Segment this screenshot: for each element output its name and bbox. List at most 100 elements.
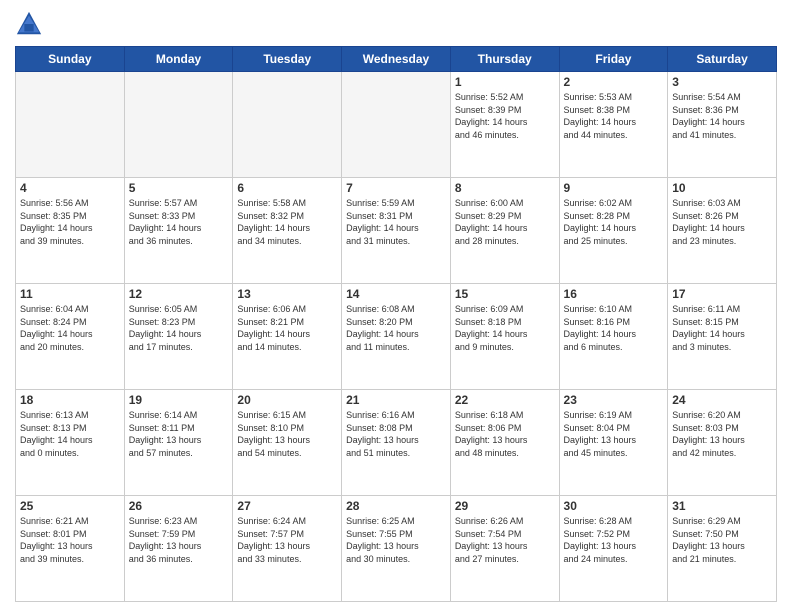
day-info: Sunrise: 6:26 AM Sunset: 7:54 PM Dayligh…	[455, 515, 555, 565]
weekday-header-saturday: Saturday	[668, 47, 777, 72]
day-info: Sunrise: 6:19 AM Sunset: 8:04 PM Dayligh…	[564, 409, 664, 459]
logo-icon	[15, 10, 43, 38]
day-info: Sunrise: 6:24 AM Sunset: 7:57 PM Dayligh…	[237, 515, 337, 565]
calendar-cell: 23 Sunrise: 6:19 AM Sunset: 8:04 PM Dayli…	[559, 390, 668, 496]
calendar-table: SundayMondayTuesdayWednesdayThursdayFrid…	[15, 46, 777, 602]
day-info: Sunrise: 6:25 AM Sunset: 7:55 PM Dayligh…	[346, 515, 446, 565]
day-number: 30	[564, 499, 664, 513]
calendar-cell: 20 Sunrise: 6:15 AM Sunset: 8:10 PM Dayli…	[233, 390, 342, 496]
calendar-cell: 10 Sunrise: 6:03 AM Sunset: 8:26 PM Dayli…	[668, 178, 777, 284]
page: SundayMondayTuesdayWednesdayThursdayFrid…	[0, 0, 792, 612]
calendar-cell: 5 Sunrise: 5:57 AM Sunset: 8:33 PM Daylig…	[124, 178, 233, 284]
day-info: Sunrise: 5:56 AM Sunset: 8:35 PM Dayligh…	[20, 197, 120, 247]
calendar-cell: 1 Sunrise: 5:52 AM Sunset: 8:39 PM Daylig…	[450, 72, 559, 178]
day-number: 31	[672, 499, 772, 513]
header	[15, 10, 777, 38]
day-number: 22	[455, 393, 555, 407]
weekday-header-friday: Friday	[559, 47, 668, 72]
day-number: 28	[346, 499, 446, 513]
weekday-header-row: SundayMondayTuesdayWednesdayThursdayFrid…	[16, 47, 777, 72]
weekday-header-thursday: Thursday	[450, 47, 559, 72]
day-info: Sunrise: 6:23 AM Sunset: 7:59 PM Dayligh…	[129, 515, 229, 565]
calendar-week-3: 11 Sunrise: 6:04 AM Sunset: 8:24 PM Dayli…	[16, 284, 777, 390]
day-number: 9	[564, 181, 664, 195]
calendar-cell: 12 Sunrise: 6:05 AM Sunset: 8:23 PM Dayli…	[124, 284, 233, 390]
day-info: Sunrise: 6:21 AM Sunset: 8:01 PM Dayligh…	[20, 515, 120, 565]
day-info: Sunrise: 6:18 AM Sunset: 8:06 PM Dayligh…	[455, 409, 555, 459]
calendar-cell: 17Sunrise: 6:11 AM Sunset: 8:15 PM Dayli…	[668, 284, 777, 390]
day-number: 24	[672, 393, 772, 407]
day-info: Sunrise: 6:04 AM Sunset: 8:24 PM Dayligh…	[20, 303, 120, 353]
day-number: 25	[20, 499, 120, 513]
day-number: 6	[237, 181, 337, 195]
day-info: Sunrise: 6:05 AM Sunset: 8:23 PM Dayligh…	[129, 303, 229, 353]
weekday-header-tuesday: Tuesday	[233, 47, 342, 72]
day-info: Sunrise: 6:09 AM Sunset: 8:18 PM Dayligh…	[455, 303, 555, 353]
calendar-cell: 30Sunrise: 6:28 AM Sunset: 7:52 PM Dayli…	[559, 496, 668, 602]
day-info: Sunrise: 5:59 AM Sunset: 8:31 PM Dayligh…	[346, 197, 446, 247]
day-info: Sunrise: 6:13 AM Sunset: 8:13 PM Dayligh…	[20, 409, 120, 459]
calendar-cell: 14 Sunrise: 6:08 AM Sunset: 8:20 PM Dayli…	[342, 284, 451, 390]
calendar-cell: 3Sunrise: 5:54 AM Sunset: 8:36 PM Daylig…	[668, 72, 777, 178]
day-number: 19	[129, 393, 229, 407]
day-number: 23	[564, 393, 664, 407]
calendar-cell: 28 Sunrise: 6:25 AM Sunset: 7:55 PM Dayli…	[342, 496, 451, 602]
day-number: 18	[20, 393, 120, 407]
day-info: Sunrise: 5:53 AM Sunset: 8:38 PM Dayligh…	[564, 91, 664, 141]
calendar-cell: 7 Sunrise: 5:59 AM Sunset: 8:31 PM Daylig…	[342, 178, 451, 284]
calendar-cell: 9 Sunrise: 6:02 AM Sunset: 8:28 PM Daylig…	[559, 178, 668, 284]
calendar-cell: 13Sunrise: 6:06 AM Sunset: 8:21 PM Dayli…	[233, 284, 342, 390]
day-info: Sunrise: 6:00 AM Sunset: 8:29 PM Dayligh…	[455, 197, 555, 247]
calendar-cell	[16, 72, 125, 178]
day-number: 7	[346, 181, 446, 195]
day-number: 5	[129, 181, 229, 195]
day-info: Sunrise: 5:57 AM Sunset: 8:33 PM Dayligh…	[129, 197, 229, 247]
day-info: Sunrise: 6:10 AM Sunset: 8:16 PM Dayligh…	[564, 303, 664, 353]
day-number: 15	[455, 287, 555, 301]
day-info: Sunrise: 6:02 AM Sunset: 8:28 PM Dayligh…	[564, 197, 664, 247]
calendar-cell: 2Sunrise: 5:53 AM Sunset: 8:38 PM Daylig…	[559, 72, 668, 178]
day-info: Sunrise: 6:08 AM Sunset: 8:20 PM Dayligh…	[346, 303, 446, 353]
calendar-cell	[342, 72, 451, 178]
calendar-cell	[233, 72, 342, 178]
day-info: Sunrise: 5:58 AM Sunset: 8:32 PM Dayligh…	[237, 197, 337, 247]
day-number: 1	[455, 75, 555, 89]
day-info: Sunrise: 5:52 AM Sunset: 8:39 PM Dayligh…	[455, 91, 555, 141]
calendar-cell: 6 Sunrise: 5:58 AM Sunset: 8:32 PM Daylig…	[233, 178, 342, 284]
calendar-week-2: 4 Sunrise: 5:56 AM Sunset: 8:35 PM Daylig…	[16, 178, 777, 284]
day-number: 14	[346, 287, 446, 301]
calendar-cell: 15 Sunrise: 6:09 AM Sunset: 8:18 PM Dayli…	[450, 284, 559, 390]
day-number: 3	[672, 75, 772, 89]
calendar-cell	[124, 72, 233, 178]
calendar-cell: 11 Sunrise: 6:04 AM Sunset: 8:24 PM Dayli…	[16, 284, 125, 390]
day-number: 12	[129, 287, 229, 301]
calendar-cell: 16 Sunrise: 6:10 AM Sunset: 8:16 PM Dayli…	[559, 284, 668, 390]
calendar-week-4: 18 Sunrise: 6:13 AM Sunset: 8:13 PM Dayli…	[16, 390, 777, 496]
day-number: 8	[455, 181, 555, 195]
calendar-cell: 29 Sunrise: 6:26 AM Sunset: 7:54 PM Dayli…	[450, 496, 559, 602]
calendar-cell: 27Sunrise: 6:24 AM Sunset: 7:57 PM Dayli…	[233, 496, 342, 602]
day-number: 10	[672, 181, 772, 195]
day-number: 26	[129, 499, 229, 513]
day-info: Sunrise: 6:15 AM Sunset: 8:10 PM Dayligh…	[237, 409, 337, 459]
weekday-header-wednesday: Wednesday	[342, 47, 451, 72]
day-number: 16	[564, 287, 664, 301]
day-info: Sunrise: 6:29 AM Sunset: 7:50 PM Dayligh…	[672, 515, 772, 565]
day-number: 29	[455, 499, 555, 513]
calendar-cell: 26 Sunrise: 6:23 AM Sunset: 7:59 PM Dayli…	[124, 496, 233, 602]
day-number: 20	[237, 393, 337, 407]
calendar-cell: 24 Sunrise: 6:20 AM Sunset: 8:03 PM Dayli…	[668, 390, 777, 496]
day-info: Sunrise: 6:20 AM Sunset: 8:03 PM Dayligh…	[672, 409, 772, 459]
calendar-week-1: 1 Sunrise: 5:52 AM Sunset: 8:39 PM Daylig…	[16, 72, 777, 178]
calendar-cell: 22 Sunrise: 6:18 AM Sunset: 8:06 PM Dayli…	[450, 390, 559, 496]
logo	[15, 10, 47, 38]
calendar-week-5: 25 Sunrise: 6:21 AM Sunset: 8:01 PM Dayli…	[16, 496, 777, 602]
day-info: Sunrise: 6:06 AM Sunset: 8:21 PM Dayligh…	[237, 303, 337, 353]
weekday-header-sunday: Sunday	[16, 47, 125, 72]
day-number: 21	[346, 393, 446, 407]
day-info: Sunrise: 6:14 AM Sunset: 8:11 PM Dayligh…	[129, 409, 229, 459]
day-number: 4	[20, 181, 120, 195]
day-info: Sunrise: 6:03 AM Sunset: 8:26 PM Dayligh…	[672, 197, 772, 247]
day-number: 11	[20, 287, 120, 301]
calendar-cell: 31 Sunrise: 6:29 AM Sunset: 7:50 PM Dayli…	[668, 496, 777, 602]
